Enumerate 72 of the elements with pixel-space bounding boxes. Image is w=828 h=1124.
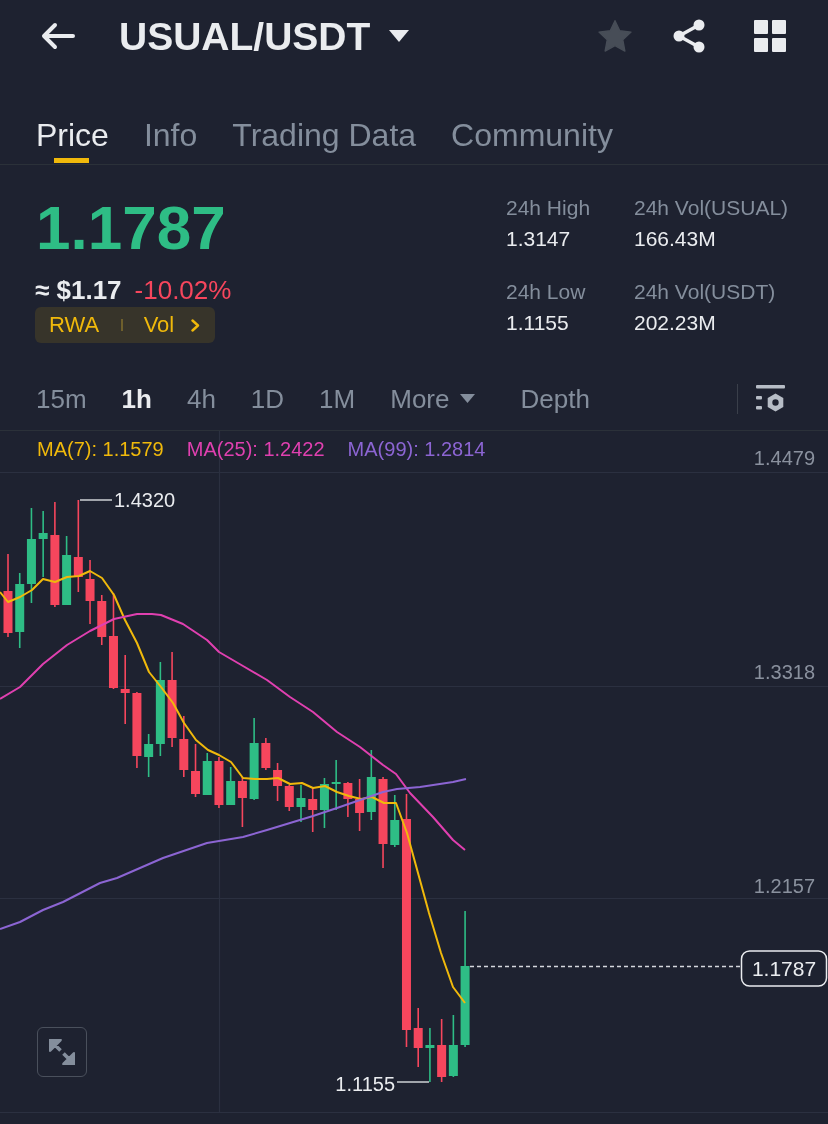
- fullscreen-button[interactable]: [37, 1027, 87, 1077]
- moving-average-label: MA(7): 1.1579: [37, 438, 164, 460]
- candlestick: [273, 762, 283, 802]
- interval-tab[interactable]: 4h: [186, 382, 216, 415]
- candlestick: [214, 756, 224, 809]
- candlestick: [331, 759, 341, 811]
- stat-label: 24h Vol(USDT): [634, 279, 776, 305]
- pair-title[interactable]: USUAL/USDT: [119, 16, 371, 56]
- tab[interactable]: Info: [143, 94, 198, 164]
- candlestick: [437, 1018, 447, 1083]
- settings-icon[interactable]: [756, 384, 785, 413]
- candlestick: [202, 752, 212, 796]
- axis-price-label: 1.4479: [753, 447, 815, 469]
- candlestick: [85, 559, 95, 625]
- stat-label: 24h High: [506, 195, 591, 221]
- moving-average-label: MA(99): 1.2814: [347, 438, 486, 460]
- candlestick: [179, 715, 189, 778]
- candlestick: [237, 776, 247, 828]
- interval-tab[interactable]: 15m: [36, 382, 87, 415]
- high-price-label: 1.4320: [114, 489, 176, 511]
- stat-value: 1.3147: [506, 226, 571, 252]
- more-menu-button[interactable]: More: [390, 382, 476, 415]
- interval-tab[interactable]: 1h: [121, 382, 152, 415]
- tag-link[interactable]: Vol: [143, 312, 175, 338]
- leader-line: [79, 499, 113, 501]
- caret-down-icon[interactable]: [389, 30, 410, 42]
- candlestick: [261, 737, 271, 771]
- candlestick: [413, 1007, 423, 1068]
- star-icon[interactable]: [598, 20, 632, 52]
- candlestick: [319, 777, 329, 829]
- low-price-label: 1.1155: [335, 1073, 395, 1095]
- candlestick: [97, 594, 107, 646]
- candlestick: [284, 784, 294, 812]
- tab[interactable]: Trading Data: [232, 94, 417, 164]
- interval-tab[interactable]: 1D: [250, 382, 285, 415]
- candlestick: [343, 781, 353, 818]
- axis-price-label: 1.2157: [753, 875, 815, 897]
- expand-icon: [49, 1039, 75, 1065]
- grid-icon[interactable]: [754, 20, 786, 52]
- stat-label: 24h Low: [506, 279, 586, 305]
- candlestick: [355, 778, 365, 832]
- moving-average-label: MA(25): 1.2422: [186, 438, 325, 460]
- candlestick: [38, 510, 48, 578]
- tab[interactable]: Community: [451, 94, 613, 164]
- chevron-right-icon[interactable]: [191, 318, 201, 332]
- candlestick: [366, 749, 376, 821]
- interval-tab[interactable]: 1M: [319, 382, 356, 415]
- candlestick: [425, 1027, 435, 1083]
- candlestick: [390, 794, 400, 848]
- tab[interactable]: Price: [36, 94, 109, 164]
- view-tab[interactable]: Depth: [520, 382, 590, 415]
- candlestick: [191, 743, 200, 798]
- stat-label: 24h Vol(USUAL): [634, 195, 789, 221]
- stat-value: 166.43M: [634, 226, 716, 252]
- candlestick: [448, 1014, 458, 1078]
- candlestick: [62, 535, 72, 606]
- last-price-tag: 1.1787: [740, 950, 828, 987]
- back-arrow-icon[interactable]: [40, 22, 76, 50]
- caret-down-icon: [460, 394, 476, 403]
- stat-value: 202.23M: [634, 310, 716, 336]
- candlestick: [296, 784, 306, 823]
- fiat-price: ≈ $1.17: [35, 274, 122, 306]
- price-change: -10.02%: [134, 274, 232, 306]
- stat-value: 1.1155: [506, 310, 569, 336]
- candlestick: [226, 766, 236, 806]
- last-price: 1.1787: [36, 193, 226, 263]
- candlestick: [308, 787, 318, 833]
- tag-link[interactable]: RWA: [49, 312, 100, 338]
- candlestick: [120, 654, 130, 725]
- axis-price-label: 1.3318: [753, 661, 815, 683]
- share-icon[interactable]: [672, 19, 706, 53]
- leader-line: [396, 1081, 430, 1083]
